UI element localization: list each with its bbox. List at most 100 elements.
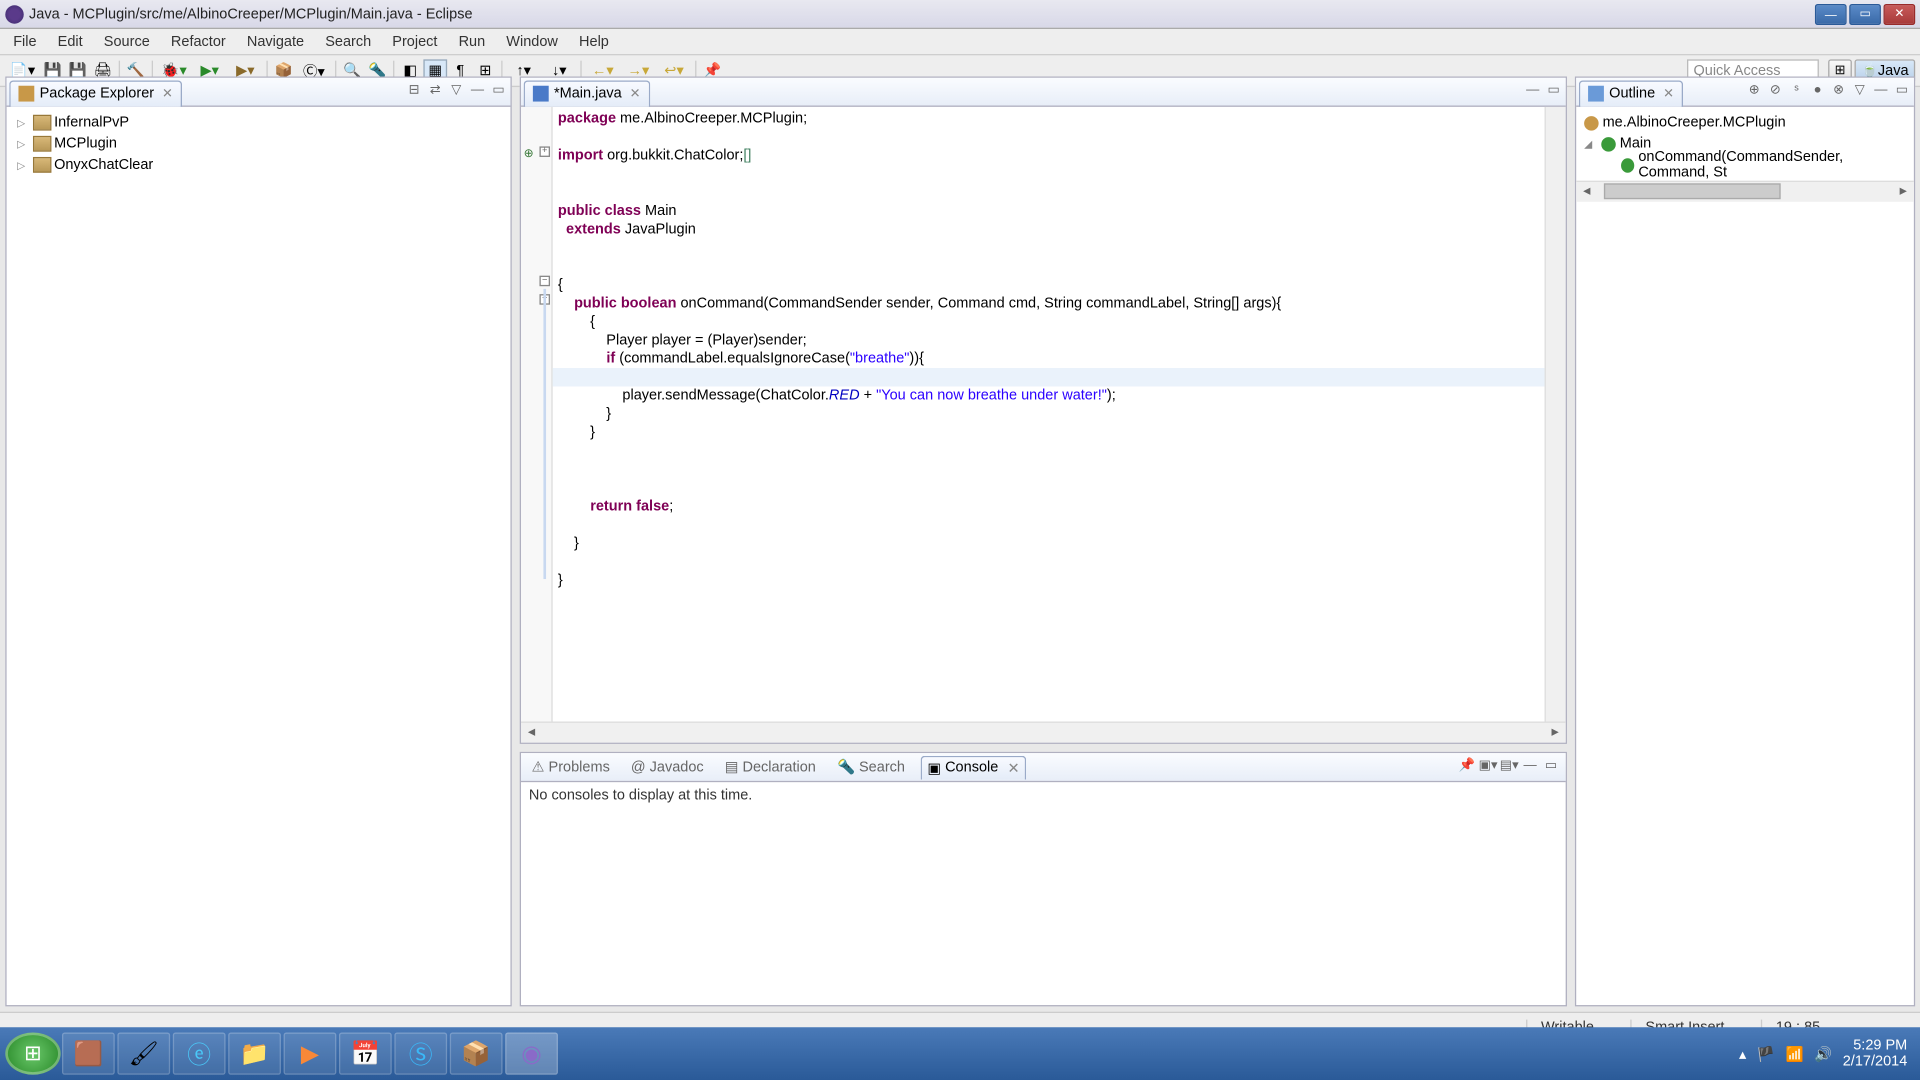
close-icon[interactable]: ✕ <box>630 86 641 101</box>
close-icon[interactable]: ✕ <box>1663 86 1674 101</box>
windows-taskbar: ⊞ 🟫 🖌 ⓔ 📁 ▶ 📅 Ⓢ 📦 ◉ ▴ 🏴 📶 🔊 5:29 PM 2/17… <box>0 1027 1920 1080</box>
package-explorer-panel: Package Explorer ✕ ⊟ ⇄ ▽ — ▭ ▷InfernalPv… <box>5 77 511 1007</box>
project-icon <box>33 136 51 152</box>
problems-icon: ⚠ <box>532 758 545 775</box>
fold-bar <box>543 289 546 579</box>
outline-label: Outline <box>1609 86 1655 102</box>
taskbar-skype[interactable]: Ⓢ <box>394 1033 447 1075</box>
tray-volume-icon[interactable]: 🔊 <box>1814 1045 1832 1062</box>
menu-help[interactable]: Help <box>568 31 619 52</box>
hide-nonpublic-icon[interactable]: ● <box>1808 82 1826 100</box>
tray-expand-icon[interactable]: ▴ <box>1739 1045 1746 1062</box>
taskbar-eclipse[interactable]: ◉ <box>505 1033 558 1075</box>
fold-icon[interactable]: − <box>539 276 550 287</box>
scroll-thumb[interactable] <box>1604 183 1781 199</box>
project-icon <box>33 157 51 173</box>
editor-tab[interactable]: *Main.java ✕ <box>524 80 650 106</box>
menu-project[interactable]: Project <box>382 31 448 52</box>
problems-tab[interactable]: ⚠Problems <box>526 756 615 778</box>
open-console-icon[interactable]: ▤▾ <box>1500 758 1518 776</box>
window-title: Java - MCPlugin/src/me/AlbinoCreeper/MCP… <box>29 6 1815 22</box>
minimize-view-icon[interactable]: — <box>468 82 486 100</box>
outline-package[interactable]: me.AlbinoCreeper.MCPlugin <box>1579 112 1911 133</box>
close-button[interactable]: ✕ <box>1884 3 1916 24</box>
editor-panel: *Main.java ✕ — ▭ ⊕ + − − <box>520 77 1567 744</box>
scroll-right-icon[interactable]: ▸ <box>1893 182 1914 202</box>
current-line-highlight <box>553 368 1545 386</box>
pin-console-icon[interactable]: 📌 <box>1457 758 1475 776</box>
package-icon <box>18 86 34 102</box>
start-button[interactable]: ⊞ <box>5 1033 60 1075</box>
editor-gutter[interactable]: ⊕ + − − <box>521 107 553 722</box>
package-explorer-tab[interactable]: Package Explorer ✕ <box>9 80 182 106</box>
menu-bar: File Edit Source Refactor Navigate Searc… <box>0 29 1920 55</box>
scroll-left-icon[interactable]: ◂ <box>521 723 542 743</box>
menu-refactor[interactable]: Refactor <box>160 31 236 52</box>
hide-fields-icon[interactable]: ⊘ <box>1766 82 1784 100</box>
hide-local-icon[interactable]: ⊗ <box>1829 82 1847 100</box>
taskbar-paintnet[interactable]: 🖌 <box>117 1033 170 1075</box>
code-editor[interactable]: package me.AlbinoCreeper.MCPlugin; impor… <box>553 107 1545 722</box>
taskbar-media[interactable]: ▶ <box>284 1033 337 1075</box>
close-icon[interactable]: ✕ <box>162 86 173 101</box>
minimize-view-icon[interactable]: — <box>1521 758 1539 776</box>
maximize-view-icon[interactable]: ▭ <box>1542 758 1560 776</box>
menu-edit[interactable]: Edit <box>47 31 93 52</box>
link-editor-icon[interactable]: ⇄ <box>426 82 444 100</box>
menu-source[interactable]: Source <box>93 31 160 52</box>
console-tab[interactable]: ▣Console✕ <box>921 755 1026 779</box>
scroll-left-icon[interactable]: ◂ <box>1576 182 1597 202</box>
horizontal-scrollbar[interactable]: ◂ ▸ <box>1576 181 1914 202</box>
outline-method[interactable]: onCommand(CommandSender, Command, St <box>1579 154 1911 175</box>
view-menu-icon[interactable]: ▽ <box>447 82 465 100</box>
package-icon <box>1584 115 1599 130</box>
outline-panel: Outline ✕ ⊕ ⊘ ˢ ● ⊗ ▽ — ▭ me.AlbinoCreep… <box>1575 77 1915 1007</box>
menu-run[interactable]: Run <box>448 31 496 52</box>
tree-project[interactable]: ▷InfernalPvP <box>9 112 508 133</box>
search-icon: 🔦 <box>837 758 855 775</box>
outline-tab[interactable]: Outline ✕ <box>1579 80 1684 106</box>
import-marker-icon: ⊕ <box>524 146 537 159</box>
scroll-right-icon[interactable]: ▸ <box>1545 723 1566 743</box>
taskbar-ie[interactable]: ⓔ <box>173 1033 226 1075</box>
sort-icon[interactable]: ⊕ <box>1745 82 1763 100</box>
vertical-scrollbar[interactable] <box>1545 107 1566 722</box>
method-icon <box>1621 158 1634 173</box>
taskbar-minecraft[interactable]: 🟫 <box>62 1033 115 1075</box>
search-tab[interactable]: 🔦Search <box>832 756 911 778</box>
outline-tree[interactable]: me.AlbinoCreeper.MCPlugin ◢Main onComman… <box>1576 107 1914 181</box>
editor-tab-label: *Main.java <box>554 86 622 102</box>
java-file-icon <box>533 86 549 102</box>
taskbar-app1[interactable]: 📅 <box>339 1033 392 1075</box>
display-console-icon[interactable]: ▣▾ <box>1479 758 1497 776</box>
tray-clock[interactable]: 5:29 PM 2/17/2014 <box>1843 1038 1908 1070</box>
minimize-view-icon[interactable]: — <box>1872 82 1890 100</box>
console-icon: ▣ <box>927 759 941 776</box>
horizontal-scrollbar[interactable]: ◂ ▸ <box>521 721 1566 742</box>
minimize-button[interactable]: — <box>1815 3 1847 24</box>
tree-project[interactable]: ▷MCPlugin <box>9 133 508 154</box>
tree-project[interactable]: ▷OnyxChatClear <box>9 154 508 175</box>
declaration-tab[interactable]: ▤Declaration <box>720 756 822 778</box>
project-tree[interactable]: ▷InfernalPvP ▷MCPlugin ▷OnyxChatClear <box>7 107 511 1005</box>
collapse-all-icon[interactable]: ⊟ <box>405 82 423 100</box>
view-menu-icon[interactable]: ▽ <box>1851 82 1869 100</box>
menu-search[interactable]: Search <box>315 31 382 52</box>
menu-window[interactable]: Window <box>496 31 569 52</box>
minimize-view-icon[interactable]: — <box>1523 82 1541 100</box>
menu-navigate[interactable]: Navigate <box>236 31 314 52</box>
javadoc-tab[interactable]: @Javadoc <box>626 756 709 777</box>
close-icon[interactable]: ✕ <box>1008 759 1020 776</box>
declaration-icon: ▤ <box>725 758 739 775</box>
taskbar-app2[interactable]: 📦 <box>450 1033 503 1075</box>
fold-icon[interactable]: + <box>539 146 550 157</box>
menu-file[interactable]: File <box>3 31 47 52</box>
maximize-view-icon[interactable]: ▭ <box>1893 82 1911 100</box>
maximize-view-icon[interactable]: ▭ <box>489 82 507 100</box>
taskbar-explorer[interactable]: 📁 <box>228 1033 281 1075</box>
tray-network-icon[interactable]: 📶 <box>1785 1045 1803 1062</box>
maximize-button[interactable]: ▭ <box>1849 3 1881 24</box>
maximize-view-icon[interactable]: ▭ <box>1545 82 1563 100</box>
tray-flag-icon[interactable]: 🏴 <box>1757 1045 1775 1062</box>
hide-static-icon[interactable]: ˢ <box>1787 82 1805 100</box>
